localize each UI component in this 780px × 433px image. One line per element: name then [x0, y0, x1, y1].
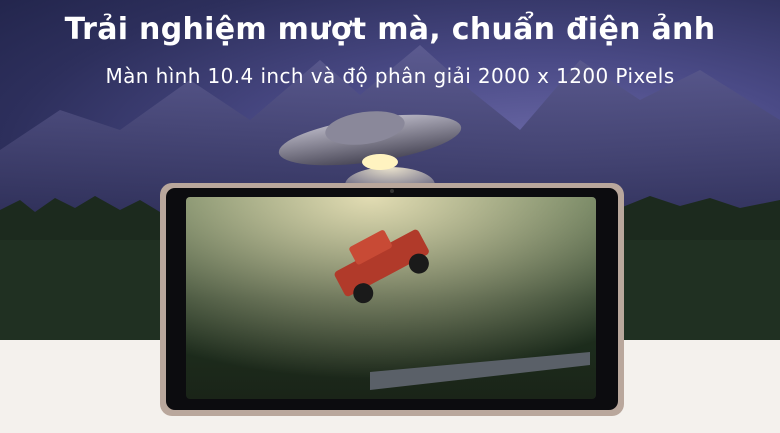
headline: Trải nghiệm mượt mà, chuẩn điện ảnh — [64, 12, 716, 47]
promo-banner: Trải nghiệm mượt mà, chuẩn điện ảnh Màn … — [0, 0, 780, 433]
subheadline: Màn hình 10.4 inch và độ phân giải 2000 … — [105, 64, 675, 88]
